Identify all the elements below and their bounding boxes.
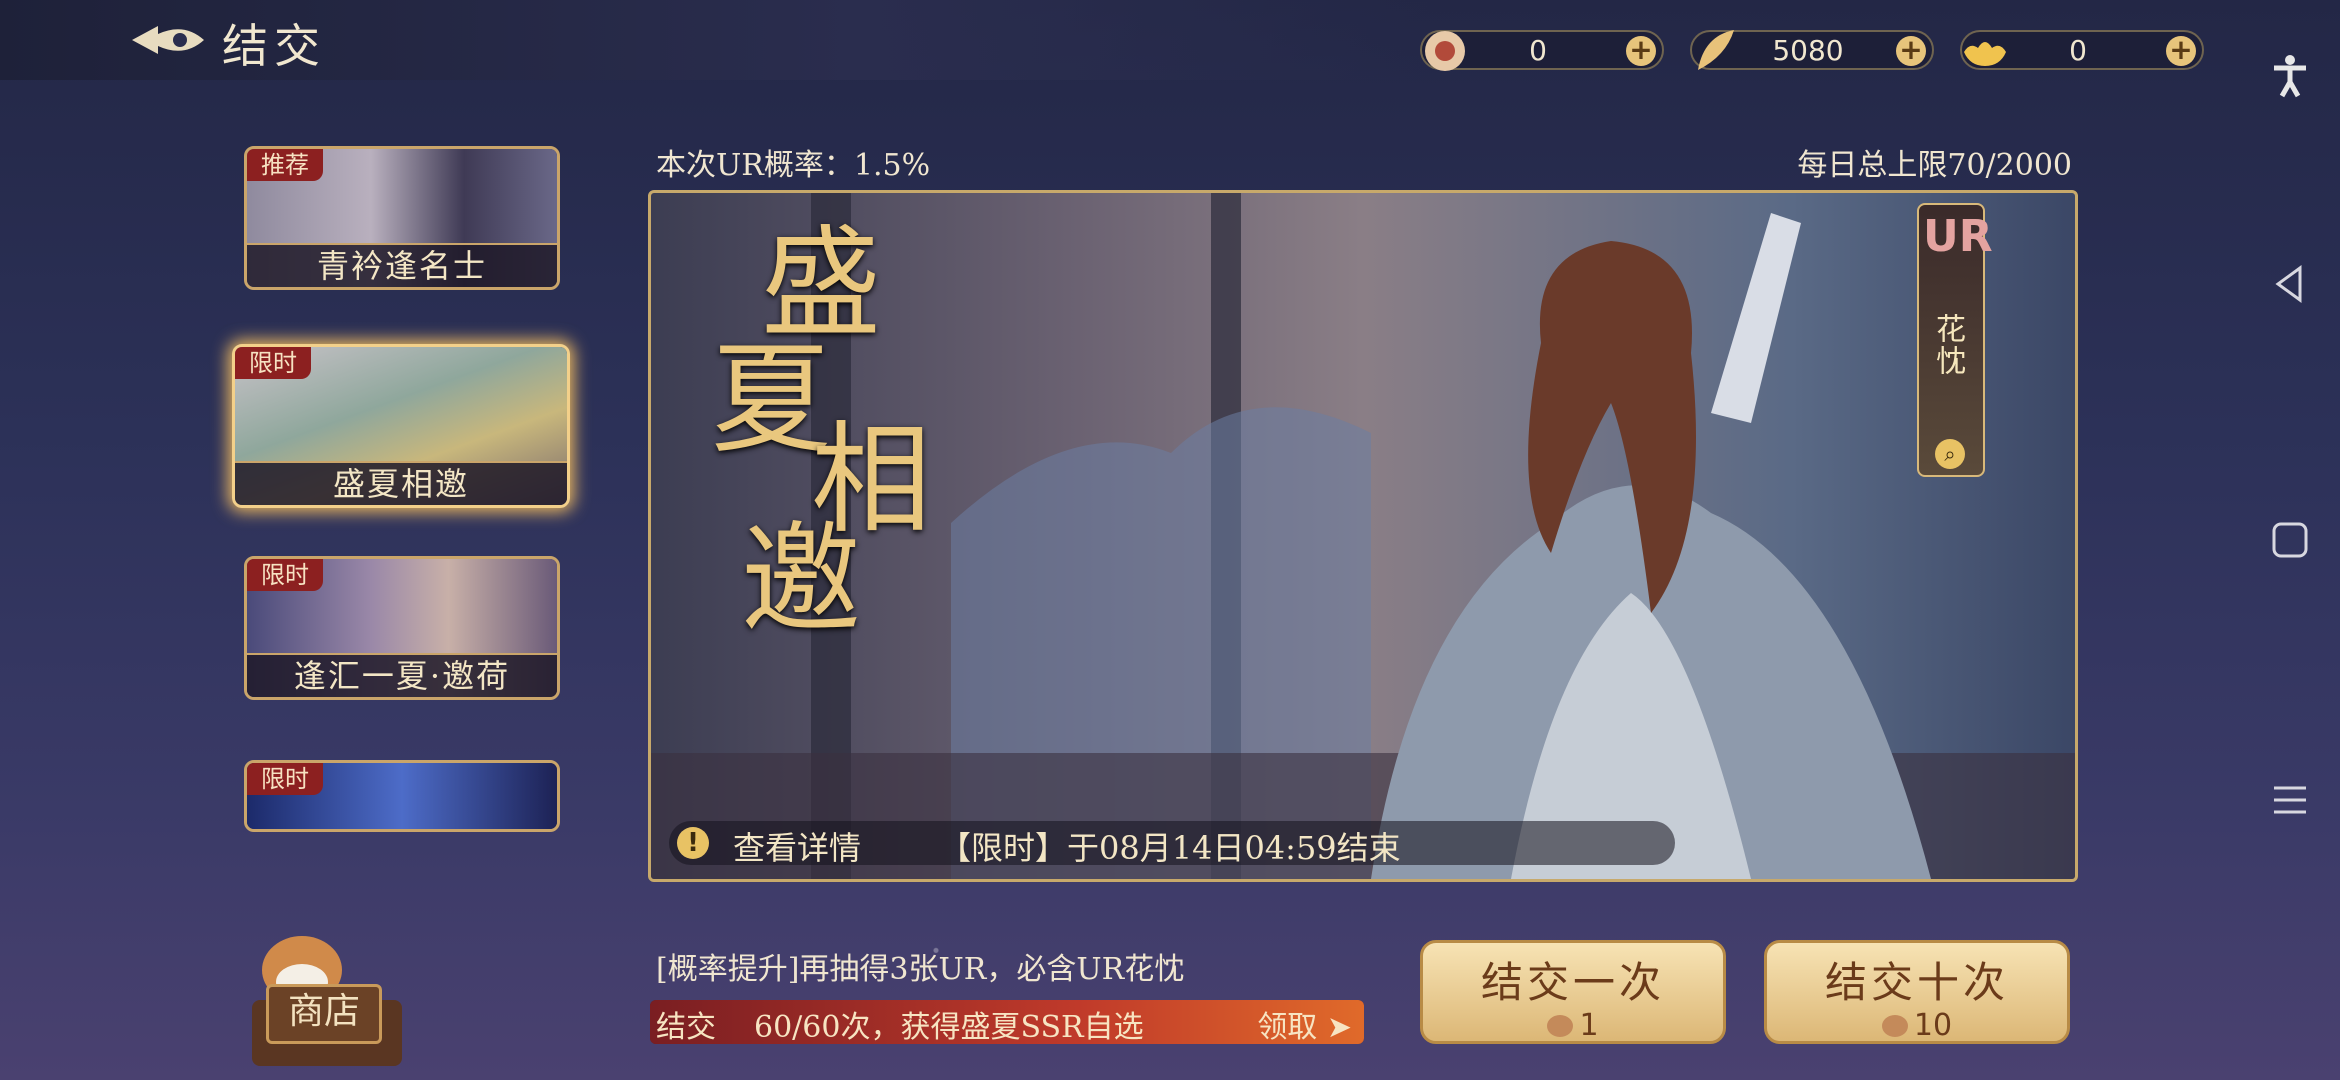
pool-banner: 盛 夏 相 邀 UR ⌕ 花忱 ! 查看详情 【限时】于08月14日04:59结… [648,190,2078,882]
claim-label: 领取 [1257,1010,1318,1044]
magnify-icon[interactable]: ⌕ [1935,439,1965,469]
pity-progress-bar[interactable]: 结交 60/60次，获得盛夏SSR自选 领取 ➤ [650,1000,1364,1044]
currency-ticket: 0 + [1420,30,1664,71]
shop-button[interactable]: 商店 [266,984,382,1044]
prob-row: 本次UR概率：1.5% 每日总上限70/2000 [656,140,2072,184]
accessibility-icon[interactable] [2268,54,2312,98]
progress-prefix: 结交 [656,1010,716,1044]
header-bar [0,0,1430,80]
tab-label: 青衿逢名士 [247,243,557,287]
nav-home-icon[interactable] [2268,518,2312,562]
currency-ticket-value: 0 [1529,34,1547,67]
details-bar[interactable]: ! 查看详情 【限时】于08月14日04:59结束 [669,821,1675,867]
boost-text: [概率提升]再抽得3张UR，必含UR花忱 [656,952,1185,987]
tab-label: 盛夏相邀 [235,461,567,505]
draw-ten-button[interactable]: 结交十次 10 [1764,940,2070,1044]
add-ticket-button[interactable]: + [1626,36,1656,66]
tab-summer-invite[interactable]: 限时 盛夏相邀 [232,344,570,508]
system-nav-bar [2240,0,2340,1080]
draw-once-label: 结交一次 [1480,958,1665,1007]
draw-ten-cost-value: 10 [1913,1008,1953,1043]
currency-feather-value: 5080 [1772,34,1844,67]
draw-ten-cost: 10 [1767,1008,2067,1043]
banner-title-char: 盛 [761,215,881,354]
details-link[interactable]: 查看详情 [733,823,861,869]
ur-rate-text: 本次UR概率：1.5% [656,148,931,183]
tab-badge: 限时 [247,559,323,591]
wish-ticket-icon [1881,1015,1908,1037]
page-title: 结交 [222,19,326,73]
nav-menu-icon[interactable] [2268,778,2312,822]
currency-gold-value: 0 [2069,34,2087,67]
draw-ten-label: 结交十次 [1824,958,2009,1007]
tab-badge: 限时 [247,763,323,795]
currency-feather: 5080 + [1690,30,1934,70]
banner-title-char: 邀 [741,511,861,650]
add-gold-button[interactable]: + [2166,36,2196,66]
ur-badge: UR [1923,211,1993,262]
ur-character-name: 花忱 [1930,313,1965,377]
tab-label: 逢汇一夏·邀荷 [247,653,557,697]
currency-gold: 0 + [1960,30,2204,70]
draw-once-button[interactable]: 结交一次 1 [1420,940,1726,1044]
add-feather-button[interactable]: + [1896,36,1926,66]
tab-badge: 限时 [235,347,311,379]
progress-text: 60/60次，获得盛夏SSR自选 [754,1010,1144,1044]
tab-timed-4[interactable]: 限时 [244,760,560,832]
daily-limit-text: 每日总上限70/2000 [1797,148,2072,183]
info-icon: ! [677,827,709,859]
draw-once-cost-value: 1 [1579,1008,1599,1043]
back-icon[interactable] [128,14,208,66]
claim-button[interactable]: 领取 ➤ [1257,1002,1352,1044]
wish-ticket-icon [1547,1015,1574,1037]
draw-once-cost: 1 [1423,1008,1723,1043]
tab-recommended[interactable]: 推荐 青衿逢名士 [244,146,560,290]
banner-title: 盛 夏 相 邀 [701,215,931,733]
tab-badge: 推荐 [247,149,323,181]
timed-end-text: 【限时】于08月14日04:59结束 [939,829,1401,867]
tab-lotus[interactable]: 限时 逢汇一夏·邀荷 [244,556,560,700]
nav-back-icon[interactable] [2268,262,2312,306]
